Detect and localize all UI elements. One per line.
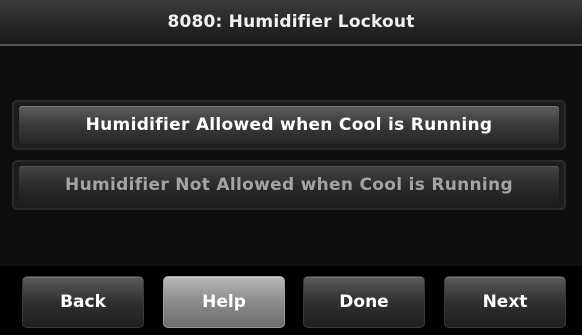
help-button[interactable]: Help xyxy=(163,276,285,328)
next-button-label: Next xyxy=(482,292,528,312)
next-button[interactable]: Next xyxy=(444,276,566,328)
back-button[interactable]: Back xyxy=(22,276,144,328)
page-title: 8080: Humidifier Lockout xyxy=(167,12,415,32)
option-allowed-label: Humidifier Allowed when Cool is Running xyxy=(85,115,493,135)
option-not-allowed-button[interactable]: Humidifier Not Allowed when Cool is Runn… xyxy=(19,166,559,204)
title-bar: 8080: Humidifier Lockout xyxy=(0,0,582,46)
done-button[interactable]: Done xyxy=(303,276,425,328)
option-allowed-frame: Humidifier Allowed when Cool is Running xyxy=(12,100,566,150)
done-button-label: Done xyxy=(339,292,389,312)
help-button-label: Help xyxy=(202,292,246,312)
option-not-allowed-frame: Humidifier Not Allowed when Cool is Runn… xyxy=(12,160,566,210)
option-allowed-button[interactable]: Humidifier Allowed when Cool is Running xyxy=(19,106,559,144)
thermostat-screen: 8080: Humidifier Lockout Humidifier Allo… xyxy=(0,0,582,335)
options-panel xyxy=(0,46,582,266)
option-not-allowed-label: Humidifier Not Allowed when Cool is Runn… xyxy=(65,175,513,195)
back-button-label: Back xyxy=(60,292,106,312)
